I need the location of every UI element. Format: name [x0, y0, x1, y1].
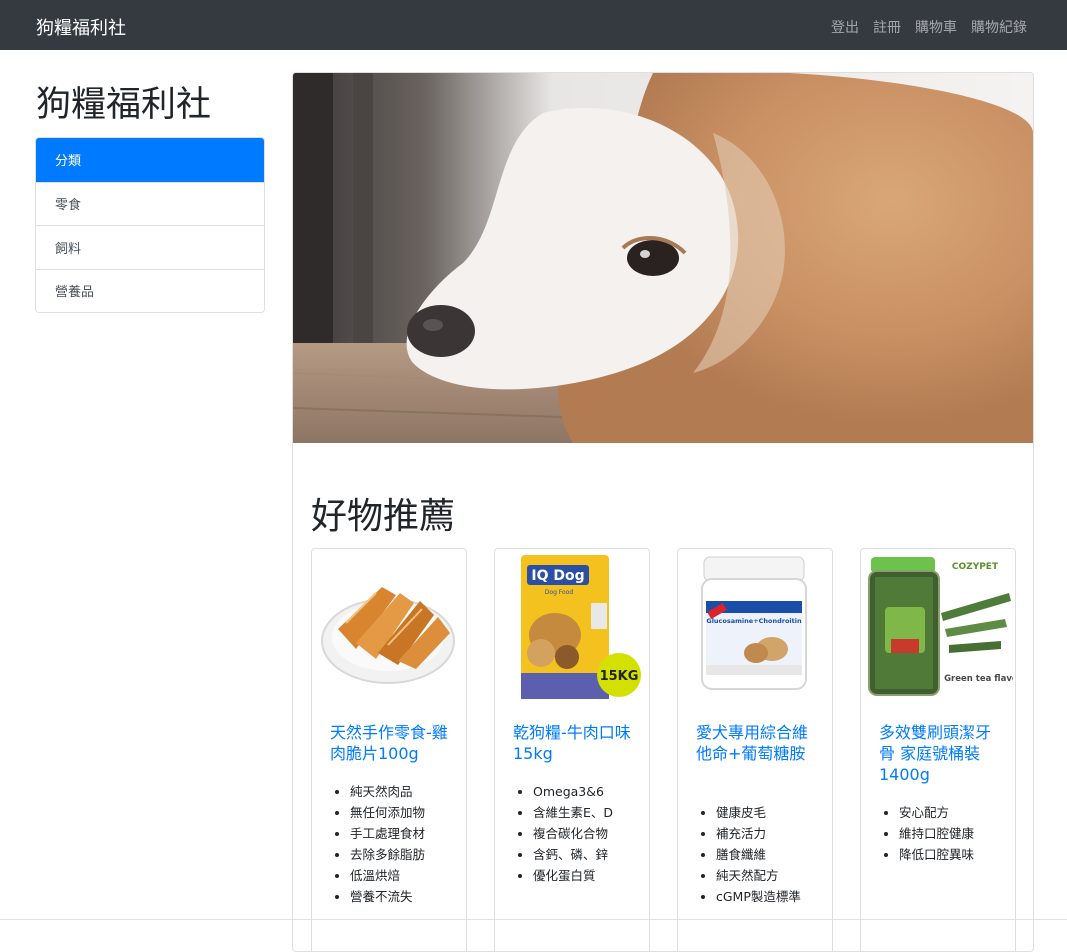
feature-item: 無任何添加物 [350, 802, 466, 823]
category-sidebar: 分類 零食 飼料 營養品 [35, 137, 265, 313]
product-card: Glucosamine+Chondroitin 愛犬專用綜合維他命+葡萄糖胺 健… [677, 548, 833, 951]
feature-item: 健康皮毛 [716, 802, 832, 823]
feature-item: 去除多餘脂肪 [350, 844, 466, 865]
nav-register[interactable]: 註冊 [873, 17, 901, 37]
sidebar-item-feed[interactable]: 飼料 [36, 225, 264, 269]
product-image-dental-chew-bucket[interactable]: COZYPET Green tea flavor [865, 553, 1015, 703]
product-feature-list: Omega3&6 含維生素E、D 複合碳化合物 含鈣、磷、鋅 優化蛋白質 [533, 781, 649, 886]
sidebar-item-categories[interactable]: 分類 [36, 138, 264, 182]
feature-item: 膳食纖維 [716, 844, 832, 865]
main-content-card: 好物推薦 天然手作零食-雞肉脆片100g 純天然肉品 無任何添加物 手工處理食材… [292, 72, 1034, 952]
bag-weight-text: 15KG [600, 669, 639, 684]
product-feature-list: 安心配方 維持口腔健康 降低口腔異味 [899, 802, 1015, 865]
nav-purchase-history[interactable]: 購物紀錄 [971, 17, 1027, 37]
section-title-recommended: 好物推薦 [311, 496, 456, 537]
navbar-links: 登出 註冊 購物車 購物紀錄 [831, 17, 1027, 37]
bucket-flavor-text: Green tea flavor [944, 674, 1013, 684]
product-title[interactable]: 乾狗糧-牛肉口味15kg [513, 722, 633, 764]
product-card: COZYPET Green tea flavor 多效雙刷頭潔牙骨 家庭號桶裝 … [860, 548, 1016, 951]
product-title[interactable]: 愛犬專用綜合維他命+葡萄糖胺 [696, 722, 816, 764]
top-navbar: 狗糧福利社 登出 註冊 購物車 購物紀錄 [0, 0, 1067, 50]
product-image-chicken-chips[interactable] [316, 553, 464, 703]
product-card: IQ Dog Dog Food 15KG 乾狗糧-牛肉口味15kg Omega3… [494, 548, 650, 951]
product-title[interactable]: 天然手作零食-雞肉脆片100g [330, 722, 450, 764]
feature-item: 含維生素E、D [533, 802, 649, 823]
product-feature-list: 純天然肉品 無任何添加物 手工處理食材 去除多餘脂肪 低溫烘焙 營養不流失 [350, 781, 466, 907]
feature-item: 低溫烘焙 [350, 865, 466, 886]
feature-item: 優化蛋白質 [533, 865, 649, 886]
feature-item: 降低口腔異味 [899, 844, 1015, 865]
feature-item: 含鈣、磷、鋅 [533, 844, 649, 865]
feature-item: 純天然配方 [716, 865, 832, 886]
feature-item: Omega3&6 [533, 781, 649, 802]
product-image-dog-food-bag[interactable]: IQ Dog Dog Food 15KG [499, 553, 647, 703]
feature-item: cGMP製造標準 [716, 886, 832, 907]
jar-label-text: Glucosamine+Chondroitin [706, 617, 802, 625]
navbar-brand[interactable]: 狗糧福利社 [36, 14, 126, 40]
page-bottom-divider [0, 919, 1067, 920]
site-title: 狗糧福利社 [36, 85, 212, 125]
feature-item: 複合碳化合物 [533, 823, 649, 844]
product-title[interactable]: 多效雙刷頭潔牙骨 家庭號桶裝 1400g [879, 722, 999, 785]
sidebar-item-supplements[interactable]: 營養品 [36, 268, 264, 312]
nav-logout[interactable]: 登出 [831, 17, 859, 37]
product-feature-list: 健康皮毛 補充活力 膳食纖維 純天然配方 cGMP製造標準 [716, 802, 832, 907]
feature-item: 補充活力 [716, 823, 832, 844]
product-image-vitamin-jar[interactable]: Glucosamine+Chondroitin [682, 553, 830, 703]
bucket-brand-text: COZYPET [952, 562, 999, 572]
feature-item: 營養不流失 [350, 886, 466, 907]
nav-cart[interactable]: 購物車 [915, 17, 957, 37]
feature-item: 手工處理食材 [350, 823, 466, 844]
hero-dog-image [293, 73, 1033, 443]
feature-item: 純天然肉品 [350, 781, 466, 802]
bag-brand-text: IQ Dog [531, 568, 584, 584]
feature-item: 維持口腔健康 [899, 823, 1015, 844]
sidebar-item-snacks[interactable]: 零食 [36, 181, 264, 225]
bag-sub-text: Dog Food [545, 589, 574, 596]
feature-item: 安心配方 [899, 802, 1015, 823]
product-card: 天然手作零食-雞肉脆片100g 純天然肉品 無任何添加物 手工處理食材 去除多餘… [311, 548, 467, 951]
